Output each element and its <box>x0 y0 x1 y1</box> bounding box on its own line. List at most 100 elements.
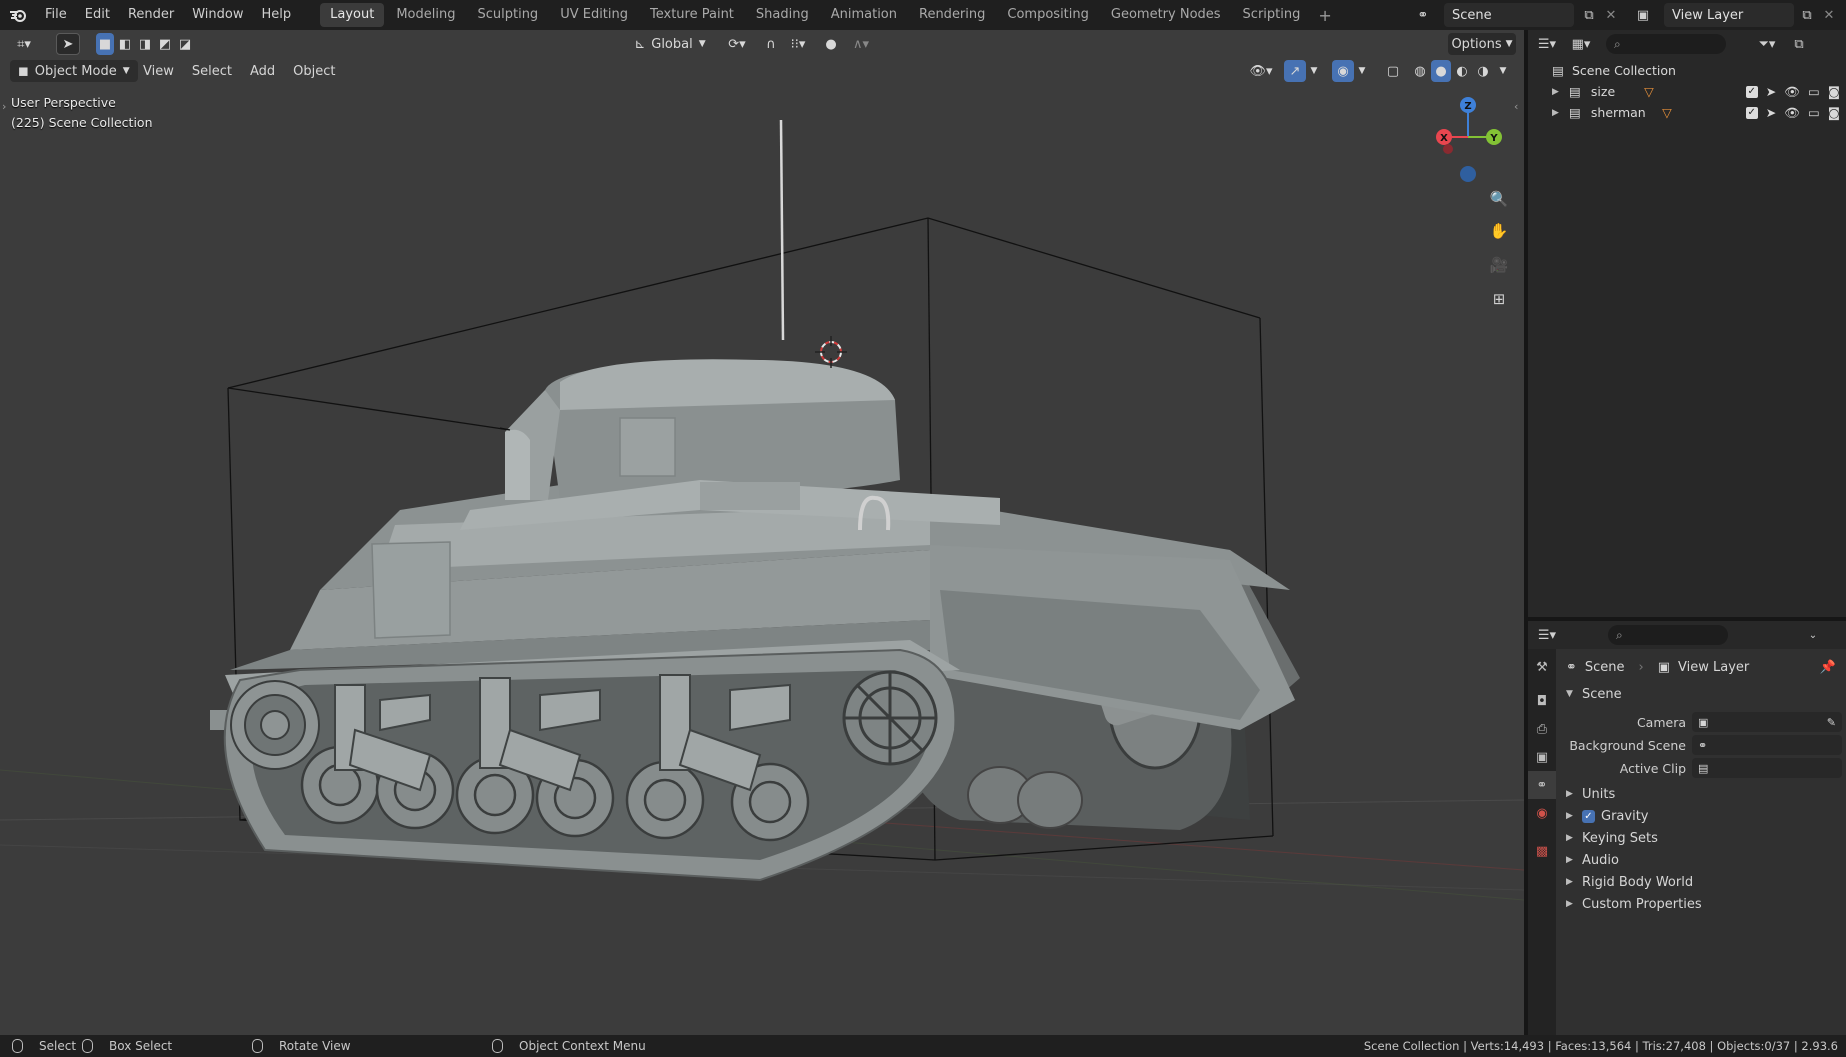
shading-solid-icon[interactable]: ● <box>1431 60 1451 82</box>
select-mode-extend-icon[interactable]: ◧ <box>116 33 134 55</box>
overlays-toggle-icon[interactable]: ◉ <box>1332 60 1354 82</box>
3d-viewport[interactable]: ⌗▾ ➤ ■ ◧ ◨ ◩ ◪ ⊾ Global ▼ ⟳▾ ∩ ⁝⁝▾ ● ∧▾ … <box>0 30 1524 1035</box>
scene-field[interactable]: Scene <box>1444 3 1574 27</box>
shading-rendered-icon[interactable]: ◑ <box>1473 60 1493 82</box>
select-mode-subtract-icon[interactable]: ◨ <box>136 33 154 55</box>
select-mode-invert-icon[interactable]: ◩ <box>156 33 174 55</box>
background-scene-field[interactable]: ⚭ <box>1692 735 1842 755</box>
editor-type-icon[interactable]: ⌗▾ <box>8 33 40 55</box>
camera-icon[interactable]: ◙ <box>1828 84 1840 99</box>
menu-help[interactable]: Help <box>253 0 301 30</box>
tab-compositing[interactable]: Compositing <box>997 3 1099 27</box>
viewport-menu-select[interactable]: Select <box>183 64 241 79</box>
menu-edit[interactable]: Edit <box>76 0 119 30</box>
blender-logo-icon[interactable] <box>0 0 36 30</box>
expand-arrow-icon[interactable]: ▶ <box>1552 108 1559 118</box>
chevron-down-icon[interactable]: ⌄ <box>1802 624 1824 646</box>
tab-animation[interactable]: Animation <box>821 3 907 27</box>
panel-header-keying-sets[interactable]: ▶ Keying Sets <box>1566 827 1658 849</box>
gizmo-dropdown-icon[interactable]: ▼ <box>1308 60 1320 82</box>
tab-layout[interactable]: Layout <box>320 3 385 27</box>
outliner-editor-type-icon[interactable]: ☰▾ <box>1536 33 1558 55</box>
gravity-checkbox[interactable]: ✓ <box>1582 809 1595 823</box>
ortho-grid-icon[interactable]: ⊞ <box>1486 286 1512 312</box>
view-layer-tab-icon[interactable]: ▣ <box>1528 743 1556 771</box>
view-layer-field[interactable]: View Layer <box>1664 3 1794 27</box>
mesh-data-icon[interactable]: ▽ <box>1641 84 1657 100</box>
select-mode-intersect-icon[interactable]: ◪ <box>176 33 194 55</box>
exclude-checkbox[interactable]: ✓ <box>1745 85 1758 98</box>
world-tab-icon[interactable]: ◉ <box>1528 799 1556 827</box>
tab-scripting[interactable]: Scripting <box>1233 3 1311 27</box>
expand-arrow-icon[interactable]: ▶ <box>1552 87 1559 97</box>
camera-view-icon[interactable]: 🎥 <box>1486 252 1512 278</box>
tree-row-sherman[interactable]: ▶ ▤ sherman ▽ ✓ ➤ 👁 ▭ ◙ <box>1528 102 1846 123</box>
remove-scene-icon[interactable]: ✕ <box>1600 4 1622 26</box>
tab-modeling[interactable]: Modeling <box>386 3 465 27</box>
remove-view-layer-icon[interactable]: ✕ <box>1818 4 1840 26</box>
panel-header-gravity[interactable]: ▶ ✓ Gravity <box>1566 805 1648 827</box>
add-workspace-button[interactable]: + <box>1312 6 1337 25</box>
shading-wireframe-icon[interactable]: ◍ <box>1410 60 1430 82</box>
output-tab-icon[interactable]: ⎙ <box>1528 715 1556 743</box>
menu-render[interactable]: Render <box>119 0 183 30</box>
pin-icon[interactable]: 📌 <box>1820 660 1836 675</box>
panel-header-units[interactable]: ▶ Units <box>1566 783 1615 805</box>
proportional-edit-icon[interactable]: ● <box>820 33 842 55</box>
tab-rendering[interactable]: Rendering <box>909 3 995 27</box>
tab-shading[interactable]: Shading <box>746 3 819 27</box>
selectable-arrow-icon[interactable]: ➤ <box>1766 105 1776 120</box>
render-tab-icon[interactable]: ◘ <box>1528 687 1556 715</box>
falloff-icon[interactable]: ∧▾ <box>846 33 876 55</box>
tree-row-scene-collection[interactable]: ▤ Scene Collection <box>1528 60 1846 81</box>
mesh-data-icon[interactable]: ▽ <box>1659 105 1675 121</box>
active-clip-field[interactable]: ▤ <box>1692 758 1842 778</box>
exclude-checkbox[interactable]: ✓ <box>1745 106 1758 119</box>
visibility-icon[interactable]: 👁▾ <box>1246 60 1276 82</box>
new-scene-icon[interactable]: ⧉ <box>1578 4 1600 26</box>
eye-icon[interactable]: 👁 <box>1784 84 1800 100</box>
tool-tab-icon[interactable]: ⚒ <box>1528 653 1556 681</box>
eye-icon[interactable]: 👁 <box>1784 105 1800 121</box>
viewport-menu-view[interactable]: View <box>134 64 183 79</box>
tab-geometry-nodes[interactable]: Geometry Nodes <box>1101 3 1231 27</box>
tweak-tool-icon[interactable]: ➤ <box>56 33 80 55</box>
monitor-icon[interactable]: ▭ <box>1808 84 1820 99</box>
camera-icon[interactable]: ◙ <box>1828 105 1840 120</box>
scene-tab-icon[interactable]: ⚭ <box>1528 771 1556 799</box>
filter-icon[interactable]: ⏷▾ <box>1756 33 1778 55</box>
viewport-menu-object[interactable]: Object <box>284 64 344 79</box>
sidebar-toggle-icon[interactable]: ‹ <box>1514 100 1518 113</box>
view-layer-selector-icon[interactable]: ▣ <box>1632 4 1654 26</box>
snap-target-icon[interactable]: ⁝⁝▾ <box>782 33 814 55</box>
tab-uv-editing[interactable]: UV Editing <box>550 3 638 27</box>
menu-window[interactable]: Window <box>183 0 252 30</box>
panel-header-rigid-body-world[interactable]: ▶ Rigid Body World <box>1566 871 1693 893</box>
pan-hand-icon[interactable]: ✋ <box>1486 218 1512 244</box>
viewport-menu-add[interactable]: Add <box>241 64 284 79</box>
transform-orientation-dropdown[interactable]: ⊾ Global ▼ <box>628 33 712 55</box>
tree-row-size[interactable]: ▶ ▤ size ▽ ✓ ➤ 👁 ▭ ◙ <box>1528 81 1846 102</box>
xray-toggle-icon[interactable]: ▢ <box>1382 60 1404 82</box>
eyedropper-icon[interactable]: ✎ <box>1827 716 1836 729</box>
display-mode-icon[interactable]: ▦▾ <box>1570 33 1592 55</box>
toolbar-toggle-icon[interactable]: › <box>2 100 6 113</box>
pivot-point-icon[interactable]: ⟳▾ <box>720 33 754 55</box>
panel-header-audio[interactable]: ▶ Audio <box>1566 849 1619 871</box>
shading-material-icon[interactable]: ◐ <box>1452 60 1472 82</box>
snap-toggle-icon[interactable]: ∩ <box>760 33 782 55</box>
options-dropdown[interactable]: Options ▼ <box>1448 33 1516 55</box>
mode-selector[interactable]: ◼ Object Mode ▼ <box>10 60 138 82</box>
panel-header-custom-properties[interactable]: ▶ Custom Properties <box>1566 893 1702 915</box>
monitor-icon[interactable]: ▭ <box>1808 105 1820 120</box>
select-mode-new-icon[interactable]: ■ <box>96 33 114 55</box>
navigation-gizmo[interactable]: Z Y X <box>1428 94 1508 184</box>
texture-tab-icon[interactable]: ▩ <box>1528 837 1556 865</box>
panel-header-scene[interactable]: ▼ Scene <box>1566 683 1622 705</box>
gizmo-toggle-icon[interactable]: ↗ <box>1284 60 1306 82</box>
scene-selector-icon[interactable]: ⚭ <box>1412 4 1434 26</box>
properties-editor-type-icon[interactable]: ☰▾ <box>1536 624 1558 646</box>
camera-field[interactable]: ▣ ✎ <box>1692 712 1842 732</box>
tab-sculpting[interactable]: Sculpting <box>467 3 548 27</box>
menu-file[interactable]: File <box>36 0 76 30</box>
